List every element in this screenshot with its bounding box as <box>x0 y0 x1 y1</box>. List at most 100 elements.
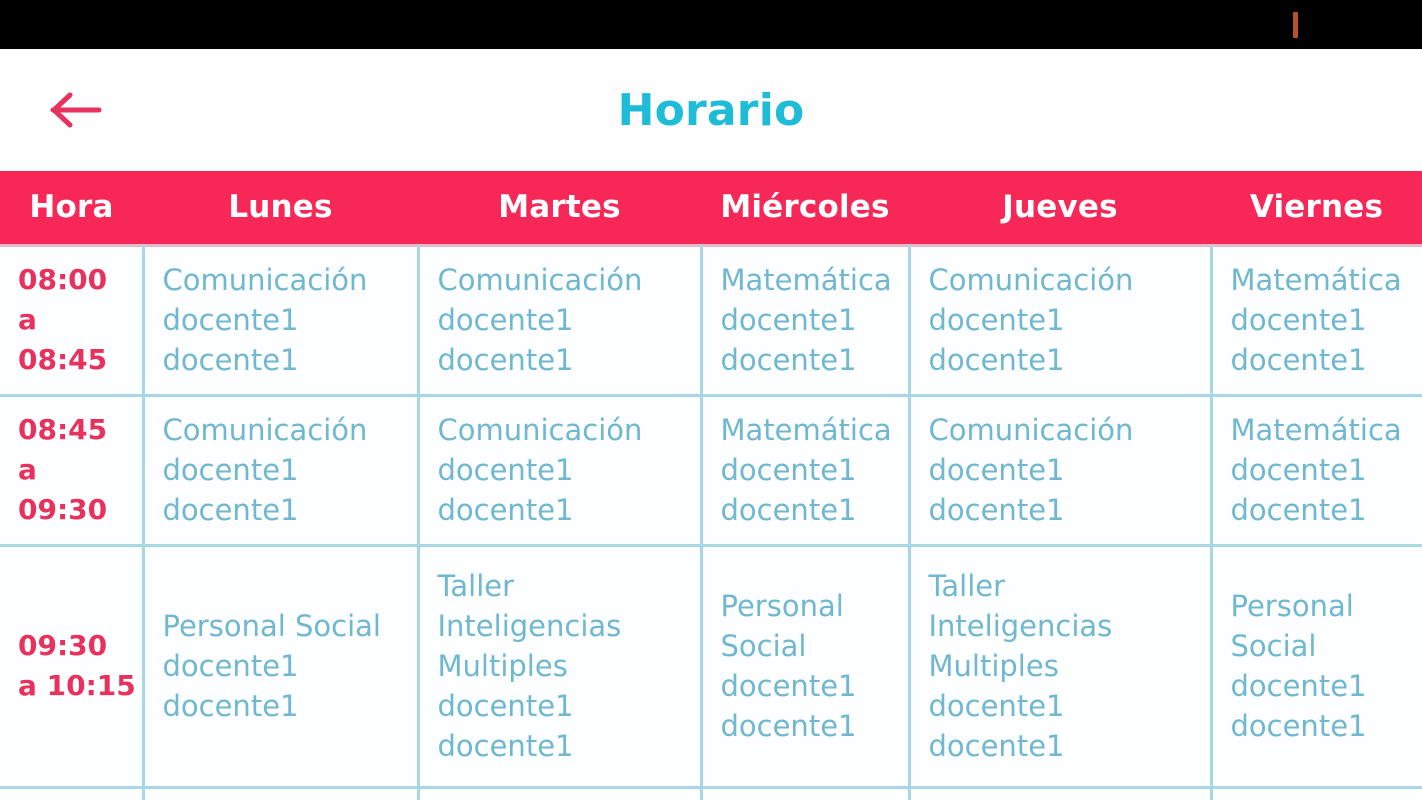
subject-name: Comunicación <box>928 262 1134 297</box>
class-cell[interactable] <box>909 787 1213 800</box>
time-line: a <box>18 303 37 337</box>
class-cell[interactable]: Comunicación docente1 docente1 <box>418 243 703 397</box>
schedule-row: 09:30 a 10:15 Personal Social docente1 docen… <box>0 545 1422 789</box>
teacher-name: docente1 <box>1230 709 1367 744</box>
arrow-left-icon <box>49 88 103 132</box>
teacher-name: docente1 <box>437 689 574 723</box>
time-line: a 10:15 <box>18 669 136 702</box>
class-cell[interactable]: Personal Social docente1 docente1 <box>1211 545 1422 789</box>
teacher-name: docente1 <box>162 343 299 377</box>
teacher-name: docente1 <box>928 729 1065 764</box>
teacher-name: docente1 <box>162 452 299 487</box>
teacher-name: docente1 <box>437 452 574 487</box>
class-cell[interactable]: Taller Inteligencias Multiples docente1 doce… <box>909 545 1213 789</box>
teacher-name: docente1 <box>928 302 1065 337</box>
status-indicator-icon <box>1293 12 1298 38</box>
class-cell[interactable]: Matemática docente1 docente1 <box>701 395 911 547</box>
subject-name: Taller <box>437 568 515 603</box>
subject-name: Personal <box>1230 588 1354 623</box>
class-cell[interactable]: Comunicación docente1 docente1 <box>143 395 420 547</box>
teacher-name: Multiples <box>928 648 1059 683</box>
time-line: 08:45 <box>18 342 108 376</box>
time-slot-cell: 08:45 a 09:30 <box>0 395 145 547</box>
teacher-name: docente1 <box>437 493 574 527</box>
class-cell[interactable]: Taller Inteligencias Multiples docente1 doce… <box>418 545 703 789</box>
teacher-name: docente1 <box>928 689 1065 723</box>
column-header-martes: Martes <box>498 189 621 226</box>
teacher-name: docente1 <box>437 302 574 337</box>
teacher-name: Multiples <box>437 648 568 683</box>
back-button[interactable] <box>40 80 112 140</box>
subject-name: Matemática <box>1230 412 1402 447</box>
teacher-name: docente1 <box>1230 493 1367 527</box>
teacher-name: Inteligencias <box>928 608 1113 643</box>
time-line: 09:30 <box>18 629 108 663</box>
subject-name: Personal <box>720 588 844 623</box>
teacher-name: docente1 <box>162 302 299 337</box>
subject-name: Comunicación <box>928 412 1134 447</box>
schedule-row <box>0 787 1422 800</box>
teacher-name: docente1 <box>720 669 857 703</box>
class-cell[interactable]: Matemática docente1 docente1 <box>701 243 911 397</box>
teacher-name: docente1 <box>928 343 1065 377</box>
app-bar: Horario <box>0 49 1422 171</box>
subject-name: Personal Social <box>162 608 381 643</box>
column-header-miercoles: Miércoles <box>720 189 890 226</box>
subject-name: Comunicación <box>162 262 368 297</box>
subject-name: Matemática <box>1230 262 1402 297</box>
teacher-name: Social <box>720 628 807 663</box>
column-header-viernes: Viernes <box>1249 189 1384 226</box>
teacher-name: docente1 <box>437 343 574 377</box>
time-line: a <box>18 453 37 487</box>
class-cell[interactable]: Matemática docente1 docente1 <box>1211 395 1422 547</box>
subject-name: Taller <box>928 568 1006 603</box>
time-line: 08:45 <box>18 413 108 447</box>
class-cell[interactable]: Comunicación docente1 docente1 <box>143 243 420 397</box>
time-line: 09:30 <box>18 492 108 526</box>
teacher-name: docente1 <box>1230 669 1367 703</box>
schedule-row: 08:00 a 08:45 Comunicación docente1 docente1 C… <box>0 243 1422 397</box>
schedule-row: 08:45 a 09:30 Comunicación docente1 docente1 C… <box>0 395 1422 547</box>
teacher-name: docente1 <box>162 648 299 683</box>
teacher-name: Social <box>1230 628 1317 663</box>
teacher-name: docente1 <box>720 493 857 527</box>
teacher-name: docente1 <box>720 302 857 337</box>
column-header-lunes: Lunes <box>228 189 333 226</box>
teacher-name: docente1 <box>437 729 574 764</box>
class-cell[interactable]: Matemática docente1 docente1 <box>1211 243 1422 397</box>
subject-name: Matemática <box>720 262 892 297</box>
class-cell[interactable]: Personal Social docente1 docente1 <box>701 545 911 789</box>
page-title: Horario <box>617 84 805 136</box>
class-cell[interactable] <box>1211 787 1422 800</box>
time-slot-cell <box>0 787 145 800</box>
class-cell[interactable] <box>143 787 420 800</box>
status-bar <box>0 0 1422 49</box>
subject-name: Comunicación <box>437 262 643 297</box>
teacher-name: docente1 <box>1230 302 1367 337</box>
subject-name: Comunicación <box>162 412 368 447</box>
class-cell[interactable] <box>418 787 703 800</box>
teacher-name: docente1 <box>1230 343 1367 377</box>
teacher-name: docente1 <box>1230 452 1367 487</box>
schedule-table: Hora Lunes Martes Miércoles Jueves Viern… <box>0 171 1422 800</box>
subject-name: Comunicación <box>437 412 643 447</box>
teacher-name: docente1 <box>720 343 857 377</box>
teacher-name: docente1 <box>162 493 299 527</box>
schedule-table-header: Hora Lunes Martes Miércoles Jueves Viern… <box>0 171 1422 245</box>
teacher-name: docente1 <box>720 709 857 744</box>
teacher-name: docente1 <box>162 689 299 723</box>
teacher-name: docente1 <box>928 493 1065 527</box>
time-slot-cell: 08:00 a 08:45 <box>0 243 145 397</box>
teacher-name: docente1 <box>720 452 857 487</box>
schedule-screen: Horario Hora Lunes Martes Miércoles Juev… <box>0 0 1422 800</box>
time-slot-cell: 09:30 a 10:15 <box>0 545 145 789</box>
class-cell[interactable]: Comunicación docente1 docente1 <box>418 395 703 547</box>
header-row: Hora Lunes Martes Miércoles Jueves Viern… <box>0 171 1422 245</box>
column-header-jueves: Jueves <box>1002 189 1118 226</box>
class-cell[interactable] <box>701 787 911 800</box>
class-cell[interactable]: Personal Social docente1 docente1 <box>143 545 420 789</box>
class-cell[interactable]: Comunicación docente1 docente1 <box>909 243 1213 397</box>
class-cell[interactable]: Comunicación docente1 docente1 <box>909 395 1213 547</box>
column-header-hora: Hora <box>29 189 114 226</box>
teacher-name: docente1 <box>928 452 1065 487</box>
